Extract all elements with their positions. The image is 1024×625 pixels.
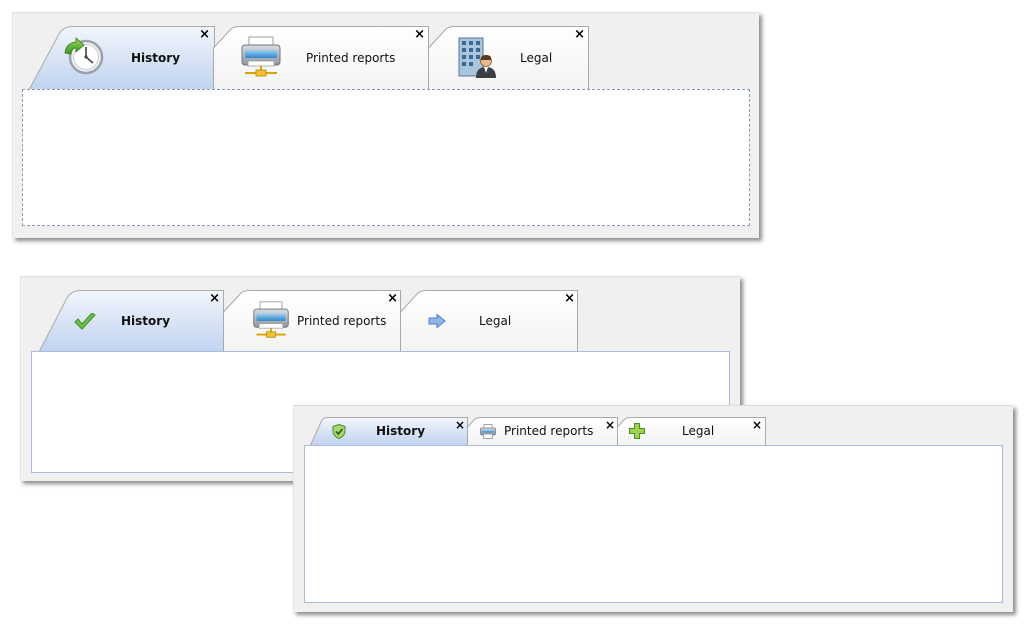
- close-icon[interactable]: ×: [574, 28, 585, 41]
- tab-content-area: [22, 89, 750, 226]
- checkmark-icon: [74, 312, 96, 335]
- close-icon[interactable]: ×: [209, 292, 220, 305]
- tab-history[interactable]: History ×: [39, 290, 224, 351]
- network-printer-icon: [251, 300, 291, 344]
- close-icon[interactable]: ×: [564, 292, 575, 305]
- tab-printed-reports[interactable]: Printed reports ×: [213, 26, 429, 89]
- printer-icon: [480, 424, 496, 443]
- tab-label: Legal: [479, 313, 512, 328]
- close-icon[interactable]: ×: [605, 419, 615, 431]
- tab-panel-large: History × Printed reports × Legal ×: [12, 12, 759, 238]
- tab-legal[interactable]: Legal ×: [428, 26, 589, 89]
- tab-content-area: [304, 445, 1003, 603]
- tab-legal[interactable]: Legal ×: [400, 290, 578, 351]
- tab-printed-reports[interactable]: Printed reports ×: [467, 417, 618, 445]
- arrow-right-icon: [428, 313, 446, 332]
- tab-legal[interactable]: Legal ×: [617, 417, 766, 445]
- tab-label: Printed reports: [504, 424, 594, 438]
- tab-panel-small: History × Printed reports × Legal ×: [293, 405, 1013, 612]
- close-icon[interactable]: ×: [199, 28, 210, 41]
- tab-printed-reports[interactable]: Printed reports ×: [223, 290, 401, 351]
- tab-shape: [428, 26, 589, 89]
- tab-shape: [29, 26, 215, 89]
- close-icon[interactable]: ×: [455, 419, 465, 431]
- close-icon[interactable]: ×: [414, 28, 425, 41]
- tab-label: History: [121, 313, 171, 328]
- tab-history[interactable]: History ×: [29, 26, 215, 89]
- plus-icon: [629, 423, 645, 443]
- tab-label: Printed reports: [306, 50, 396, 65]
- tab-label: History: [376, 424, 426, 438]
- tab-label: Legal: [682, 424, 715, 438]
- shield-check-icon: [332, 423, 346, 443]
- clock-icon: [62, 37, 104, 81]
- tab-label: Printed reports: [297, 313, 387, 328]
- office-building-person-icon: [456, 35, 498, 83]
- network-printer-icon: [239, 35, 283, 83]
- close-icon[interactable]: ×: [387, 292, 398, 305]
- tab-label: Legal: [520, 50, 553, 65]
- tab-history[interactable]: History ×: [310, 417, 468, 445]
- close-icon[interactable]: ×: [752, 419, 762, 431]
- tab-label: History: [131, 50, 181, 65]
